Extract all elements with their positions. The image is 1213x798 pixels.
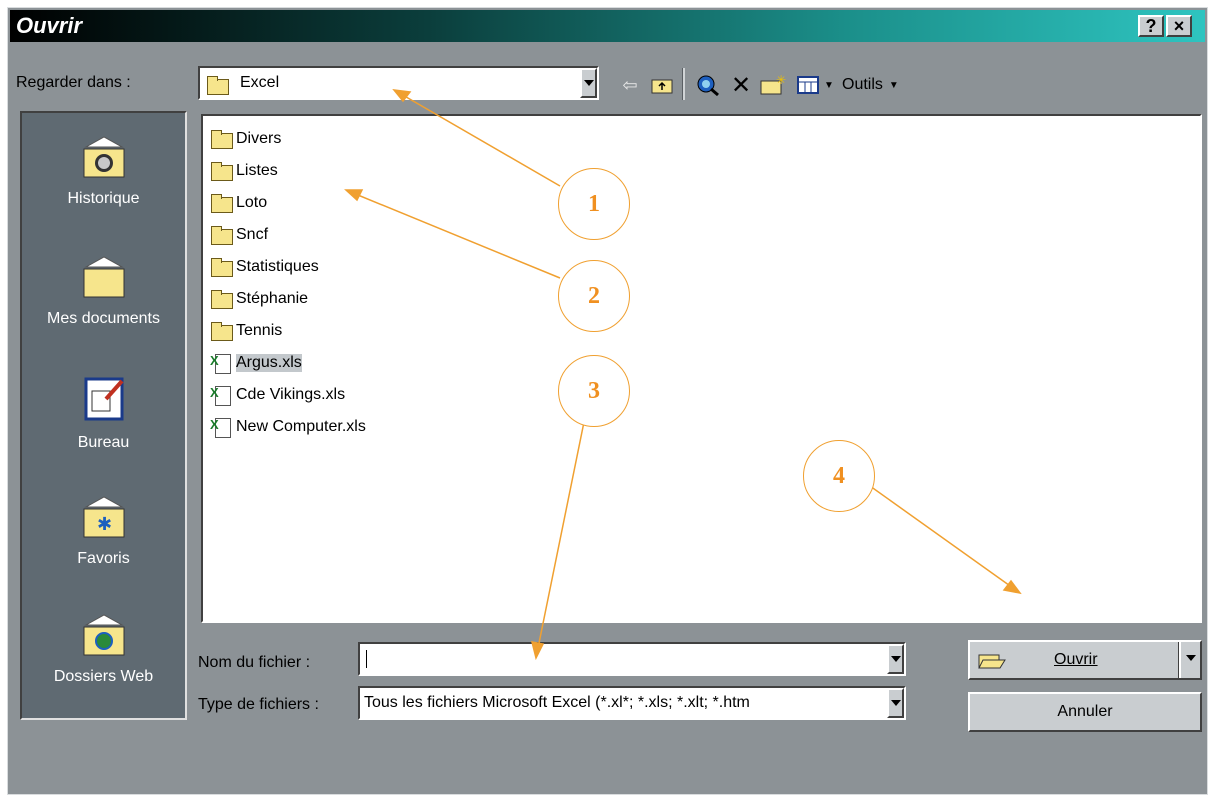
arrow-1-head <box>392 89 412 103</box>
arrow-1-line <box>400 93 561 187</box>
arrow-4-line <box>869 485 1014 589</box>
arrow-2-head <box>344 189 364 202</box>
arrow-3-head <box>530 641 545 661</box>
annotation-2: 2 <box>558 260 630 332</box>
open-dialog: Ouvrir ? × Regarder dans : Excel ⇦ ✕ ✳ ▼… <box>7 7 1208 795</box>
annotation-1: 1 <box>558 168 630 240</box>
arrow-3-line <box>537 421 585 649</box>
arrow-2-line <box>352 192 561 279</box>
annotation-3: 3 <box>558 355 630 427</box>
annotation-4: 4 <box>803 440 875 512</box>
